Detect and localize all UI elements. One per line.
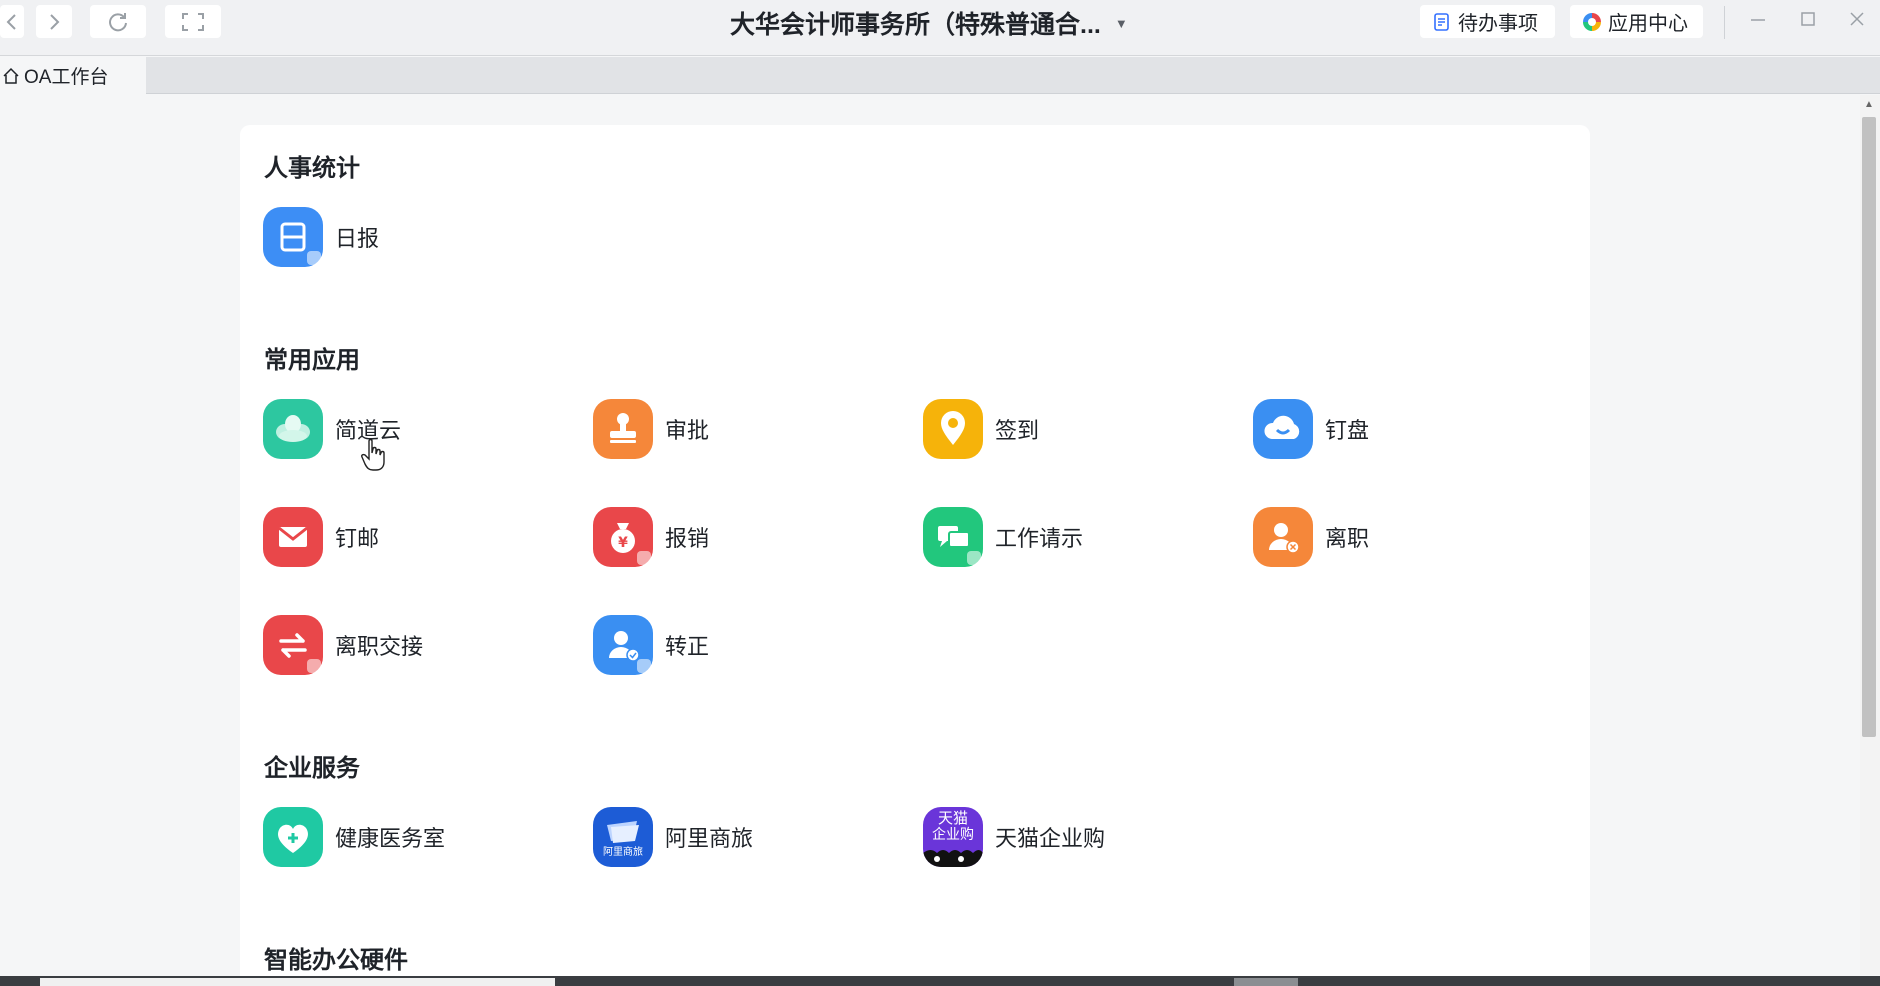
app-dingmail[interactable]: 钉邮 [263, 506, 583, 568]
close-icon [1850, 12, 1864, 26]
app-label: 钉邮 [335, 526, 380, 551]
mail-icon [263, 507, 323, 567]
todo-list-icon [1434, 12, 1449, 31]
user-check-icon [593, 615, 653, 675]
scroll-up-icon[interactable]: ▲ [1864, 99, 1874, 110]
minimize-icon [1751, 19, 1765, 21]
scrollbar-thumb[interactable] [1862, 117, 1876, 737]
chevron-right-icon [50, 13, 60, 30]
fullscreen-button[interactable] [165, 5, 221, 38]
stamp-icon [593, 399, 653, 459]
app-regularization[interactable]: 转正 [593, 614, 913, 676]
home-icon [3, 67, 19, 84]
app-label: 天猫企业购 [995, 826, 1106, 851]
chevron-left-icon [6, 13, 16, 30]
app-tmall-enterprise[interactable]: 天猫 企业购 天猫企业购 [923, 806, 1243, 868]
window-title-text: 大华会计师事务所（特殊普通合... [730, 11, 1101, 39]
app-label: 钉盘 [1325, 418, 1370, 443]
tab-label: OA工作台 [24, 67, 109, 88]
money-bag-icon: ¥ [593, 507, 653, 567]
todo-button[interactable]: 待办事项 [1420, 5, 1555, 38]
expand-icon [182, 12, 204, 31]
app-label: 报销 [665, 526, 710, 551]
refresh-icon [109, 12, 127, 31]
horizontal-scroll-thumb[interactable] [1234, 978, 1298, 986]
app-label: 日报 [335, 226, 380, 251]
app-label: 离职交接 [335, 634, 424, 659]
section-title-common-apps: 常用应用 [264, 347, 360, 374]
app-label: 转正 [665, 634, 710, 659]
cloud-petals-icon [263, 399, 323, 459]
swap-arrows-icon [263, 615, 323, 675]
caret-down-icon[interactable]: ▼ [1115, 16, 1128, 31]
app-center-label: 应用中心 [1608, 13, 1688, 35]
hand-cursor-icon [361, 438, 385, 471]
cloud-drive-icon [1253, 399, 1313, 459]
app-reimbursement[interactable]: ¥ 报销 [593, 506, 913, 568]
forward-button[interactable] [36, 5, 72, 38]
app-approval[interactable]: 审批 [593, 398, 913, 460]
app-center-button[interactable]: 应用中心 [1570, 5, 1703, 38]
app-resignation-handover[interactable]: 离职交接 [263, 614, 583, 676]
app-alitrip[interactable]: 阿里商旅 阿里商旅 [593, 806, 913, 868]
todo-label: 待办事项 [1458, 13, 1538, 35]
app-resignation[interactable]: 离职 [1253, 506, 1573, 568]
window-title[interactable]: 大华会计师事务所（特殊普通合... ▼ [730, 5, 1128, 41]
location-pin-icon [923, 399, 983, 459]
refresh-button[interactable] [90, 5, 146, 38]
app-daily-report[interactable]: 日报 [263, 206, 583, 268]
app-jiandaoyun[interactable]: 简道云 [263, 398, 583, 460]
alitrip-logo-icon: 阿里商旅 [593, 807, 653, 867]
section-title-hr-stats: 人事统计 [264, 155, 360, 182]
svg-text:¥: ¥ [618, 535, 628, 551]
horizontal-scroll-segment [40, 978, 555, 986]
app-label: 离职 [1325, 526, 1370, 551]
app-label: 阿里商旅 [665, 826, 754, 851]
app-label: 健康医务室 [335, 826, 446, 851]
close-button[interactable] [1842, 8, 1872, 34]
section-title-smart-hardware: 智能办公硬件 [264, 947, 408, 974]
back-button[interactable] [0, 5, 24, 38]
app-label: 签到 [995, 418, 1040, 443]
app-work-request[interactable]: 工作请示 [923, 506, 1243, 568]
minimize-button[interactable] [1743, 8, 1773, 34]
vertical-scrollbar[interactable]: ▲ [1860, 95, 1880, 975]
daily-report-icon [263, 207, 323, 267]
tab-oa-workbench[interactable]: OA工作台 [0, 57, 146, 94]
maximize-button[interactable] [1793, 8, 1823, 34]
app-checkin[interactable]: 签到 [923, 398, 1243, 460]
app-label: 工作请示 [995, 526, 1084, 551]
title-bar: 大华会计师事务所（特殊普通合... ▼ 待办事项 应用中心 [0, 0, 1880, 56]
alitrip-logo-text: 阿里商旅 [603, 847, 643, 858]
maximize-icon [1801, 12, 1815, 26]
app-dingpan[interactable]: 钉盘 [1253, 398, 1573, 460]
user-remove-icon [1253, 507, 1313, 567]
tmall-logo-icon: 天猫 企业购 [923, 807, 983, 867]
tab-bar: OA工作台 [0, 57, 1880, 94]
bottom-taskbar-strip [0, 976, 1880, 986]
title-divider [1724, 6, 1725, 39]
app-health-clinic[interactable]: 健康医务室 [263, 806, 583, 868]
section-title-enterprise-services: 企业服务 [264, 755, 360, 782]
workbench-panel: 人事统计 日报 常用应用 简道云 审批 签到 钉盘 钉邮 ¥ 报销 工作请示 离… [240, 125, 1590, 986]
chat-bubbles-icon [923, 507, 983, 567]
heart-plus-icon [263, 807, 323, 867]
app-label: 审批 [665, 418, 710, 443]
app-center-logo-icon [1583, 12, 1601, 31]
